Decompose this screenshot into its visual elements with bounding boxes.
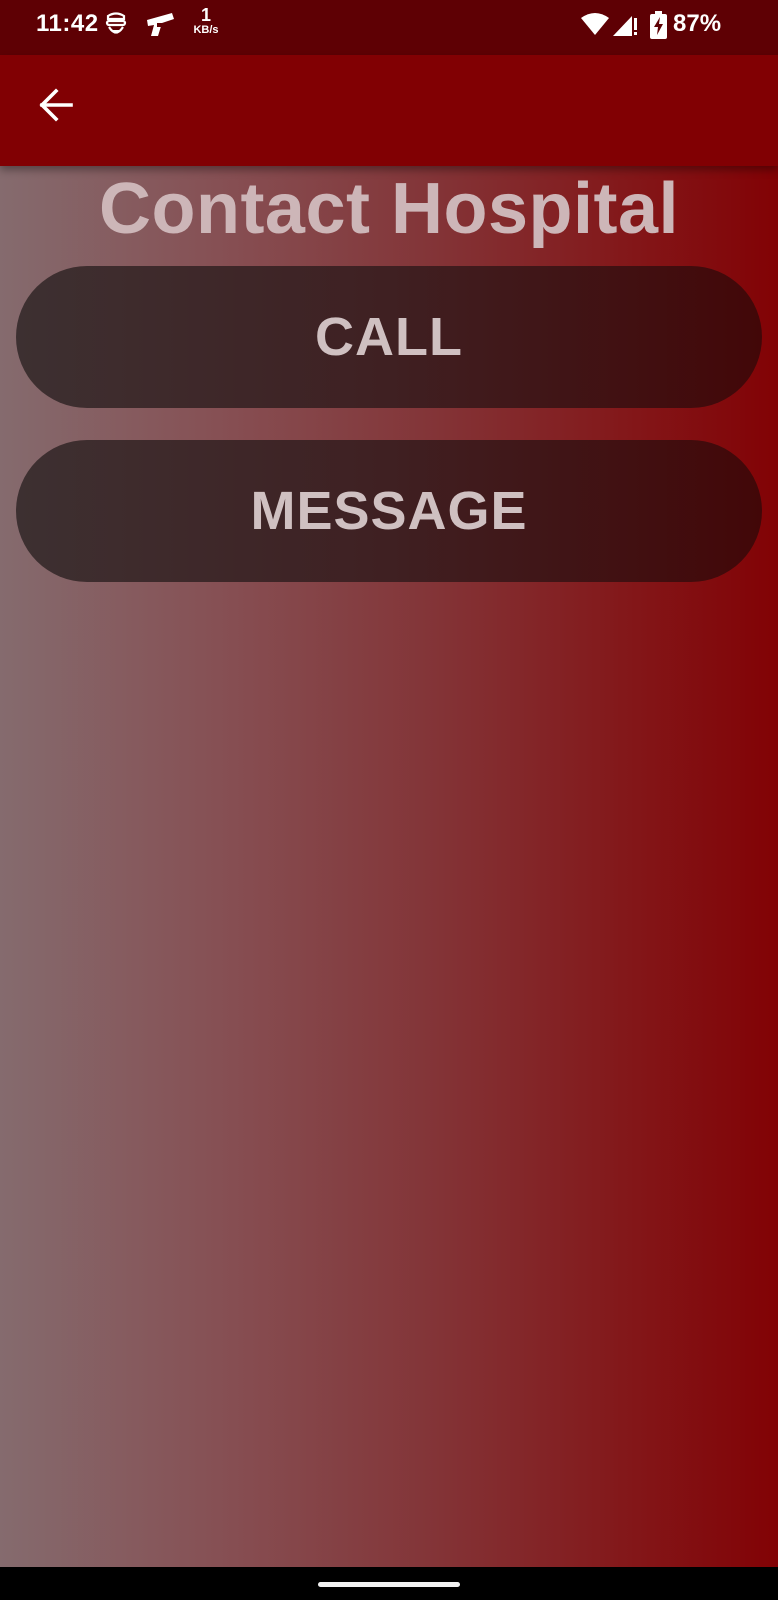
arrow-back-icon [38,87,74,128]
incognito-icon [104,10,128,40]
status-time: 11:42 [36,10,99,37]
call-button-label: CALL [315,307,463,367]
page-title: Contact Hospital [98,169,680,249]
network-speed-unit: KB/s [193,24,219,36]
message-button-label: MESSAGE [250,481,528,541]
app-bar [0,55,778,166]
network-speed-value: 1 [200,5,211,25]
call-button[interactable]: CALL [16,266,762,408]
wifi-icon [580,12,610,42]
cell-signal-icon [612,12,638,42]
network-speed: 1 KB/s [190,6,222,36]
home-gesture-handle[interactable] [318,1582,460,1587]
message-button[interactable]: MESSAGE [16,440,762,582]
battery-percent: 87% [673,10,722,37]
navigation-bar [0,1567,778,1600]
status-bar: 11:42 1 KB/s 87% [0,0,778,55]
screen: 11:42 1 KB/s 87% Contact Hospital CALL M… [0,0,778,1600]
gun-icon [144,10,176,40]
back-button[interactable] [22,73,90,141]
battery-charging-icon [650,11,667,41]
